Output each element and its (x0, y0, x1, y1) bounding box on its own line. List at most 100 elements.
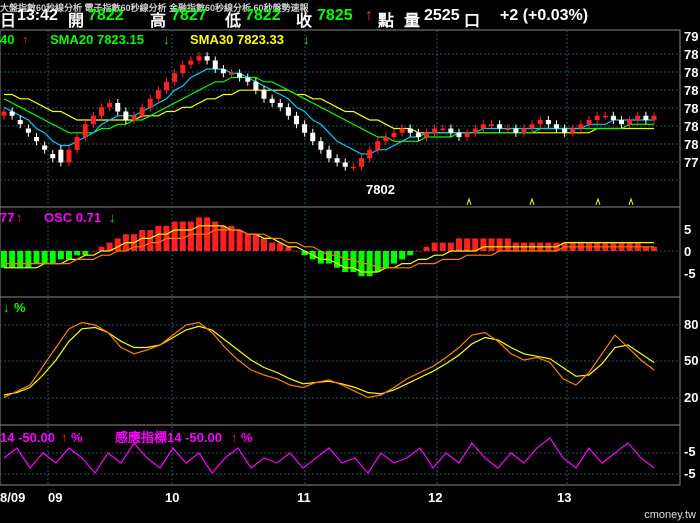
candle-body (204, 56, 210, 61)
osc-bar (171, 221, 178, 251)
osc-bar (496, 238, 503, 251)
osc-bar (391, 251, 397, 264)
candle-body (237, 73, 243, 78)
candle-body (285, 107, 291, 116)
osc-bar (147, 230, 154, 251)
candle-body (58, 149, 64, 163)
osc-bar (317, 251, 324, 264)
osc-bar (382, 251, 389, 268)
candle-body (212, 60, 218, 69)
candle-body (318, 141, 324, 150)
osc-bar (66, 251, 72, 260)
candle-body (269, 98, 275, 103)
candle-body (196, 56, 202, 61)
candle-body (643, 115, 649, 120)
osc-bar (651, 246, 657, 251)
signal-marker-icon (529, 197, 535, 206)
chart-canvas[interactable]: 8/09 09 10 11 12 13797878787878787750-5805020… (0, 0, 700, 523)
candle-body (545, 120, 551, 125)
x-tick-label: 13 (557, 490, 571, 505)
sma30-down-arrow-icon: ↓ (303, 32, 310, 47)
candle-body (635, 115, 641, 120)
price-y-tick: 78 (684, 137, 698, 152)
osc-bar (374, 251, 381, 272)
candle-body (164, 81, 169, 91)
macd-legend-prefix: 77 (0, 210, 14, 225)
candle-body (155, 90, 161, 99)
price-y-tick: 79 (684, 29, 698, 44)
osc-bar (98, 246, 105, 251)
osc-bar (9, 251, 16, 268)
candle-body (383, 137, 389, 142)
panel-frame-3 (0, 424, 681, 486)
osc-bar (252, 234, 259, 251)
candle-body (302, 124, 308, 133)
osc-bar (431, 242, 438, 251)
osc-bar (82, 251, 89, 256)
kd-panel (3, 321, 655, 399)
low-annotation: 7802 (366, 182, 395, 197)
price-panel (1, 52, 657, 206)
sens-y-tick: -5 (684, 466, 696, 481)
candle-body (220, 69, 226, 74)
price-y-tick: 78 (684, 83, 698, 98)
candle-body (578, 124, 584, 129)
osc-bar (439, 242, 446, 251)
x-tick-label: 12 (428, 490, 442, 505)
candle-body (147, 98, 153, 108)
candle-body (253, 81, 259, 91)
osc-bar (472, 238, 479, 251)
osc-bar (57, 251, 64, 260)
candle-body (107, 103, 113, 108)
candle-body (82, 124, 88, 137)
sma30-legend: SMA30 7823.33 (190, 32, 284, 47)
candle-body (489, 124, 494, 126)
osc-legend: OSC 0.71 (44, 210, 101, 225)
candle-body (586, 120, 592, 125)
osc-bar (456, 238, 462, 251)
price-y-tick: 78 (684, 101, 698, 116)
osc-bar (33, 251, 40, 264)
x-tick-label: 10 (165, 490, 179, 505)
candle-body (90, 115, 96, 125)
x-tick-label: 8/09 (0, 490, 25, 505)
price-y-tick: 78 (684, 47, 698, 62)
macd-panel (1, 217, 657, 277)
sens-pct-2: % (241, 430, 253, 445)
candle-body (472, 128, 478, 133)
candle-body (294, 115, 299, 125)
cmoney-logo: cmoney.tw (644, 509, 696, 521)
candle-body (594, 115, 600, 120)
ma-up-arrow-icon: ↑ (22, 32, 29, 47)
osc-bar (236, 230, 243, 251)
sens-y-tick: -5 (684, 444, 696, 459)
price-y-tick: 78 (684, 65, 698, 80)
sens-up-arrow-icon-2: ↑ (231, 430, 238, 445)
candle-body (50, 154, 56, 159)
price-y-tick: 77 (684, 155, 698, 170)
candle-body (391, 132, 397, 137)
sens-legend: 感應指標14 -50.00 (115, 430, 222, 445)
candle-body (99, 107, 104, 116)
osc-bar (326, 251, 332, 264)
candle-body (610, 115, 616, 120)
price-y-tick: 78 (684, 119, 698, 134)
kd-y-tick: 20 (684, 390, 698, 405)
candle-body (66, 149, 72, 163)
osc-bar (1, 251, 7, 268)
candle-body (399, 128, 405, 133)
osc-bar (261, 238, 267, 251)
osc-bar (90, 251, 97, 252)
sensitivity-line (3, 437, 655, 474)
candle-body (415, 132, 421, 137)
osc-bar (399, 251, 406, 260)
macd-y-tick: 0 (684, 244, 691, 259)
sensitivity-panel (3, 437, 655, 474)
candle-body (521, 128, 527, 133)
signal-marker-icon (595, 197, 601, 206)
osc-bar (74, 251, 81, 256)
kd-down-arrow-icon: ↓ (3, 300, 10, 315)
candle-body (350, 166, 356, 169)
osc-bar (114, 238, 121, 251)
kd-y-tick: 50 (684, 353, 698, 368)
